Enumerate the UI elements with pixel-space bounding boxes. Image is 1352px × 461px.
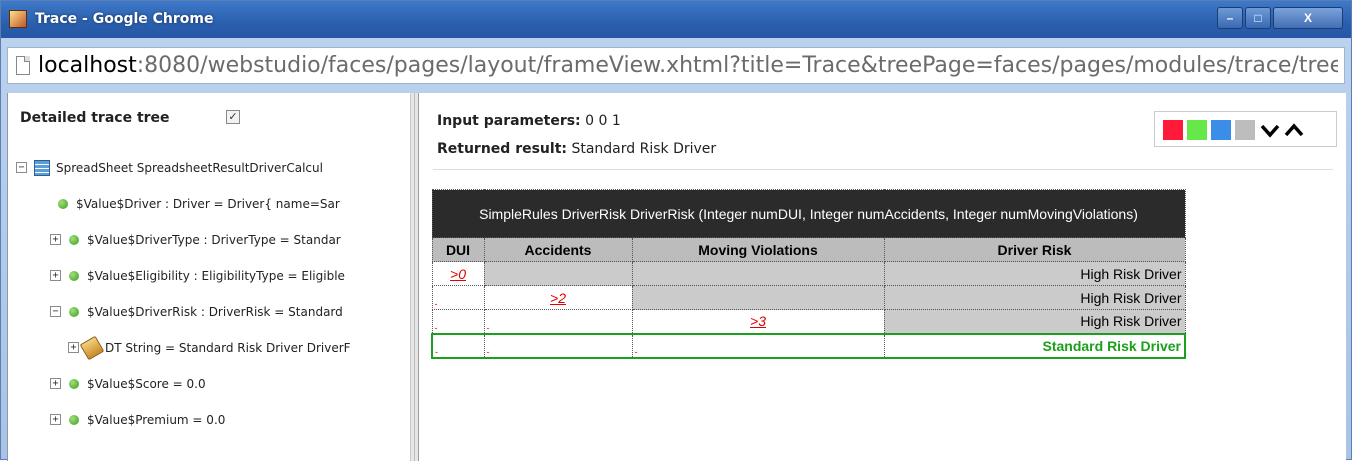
returned-result-value: Standard Risk Driver	[571, 141, 717, 157]
tree-node-label: $Value$Score = 0.0	[87, 377, 206, 391]
input-parameters: Input parameters: 0 0 1	[437, 113, 621, 129]
empty-cell: -	[483, 332, 633, 359]
table-row: - >2 High Risk Driver	[431, 285, 1186, 310]
page-icon	[16, 56, 30, 75]
column-header-accidents: Accidents	[483, 237, 633, 262]
detailed-trace-checkbox[interactable]: ✓	[226, 110, 240, 124]
empty-cell: -	[431, 332, 485, 359]
red-swatch[interactable]	[1163, 120, 1183, 140]
condition-cell[interactable]: >0	[431, 261, 485, 286]
collapse-icon[interactable]: −	[50, 306, 61, 317]
url-path: :8080/webstudio/faces/pages/layout/frame…	[136, 53, 1338, 78]
green-dot-icon	[58, 199, 68, 209]
green-dot-icon	[69, 271, 79, 281]
green-dot-icon	[69, 415, 79, 425]
expand-icon[interactable]: +	[68, 342, 79, 353]
returned-result: Returned result: Standard Risk Driver	[437, 141, 716, 157]
green-dot-icon	[69, 307, 79, 317]
tree-header: Detailed trace tree	[20, 110, 170, 126]
table-cell	[631, 261, 885, 286]
expand-icon[interactable]: +	[50, 270, 61, 281]
result-cell: High Risk Driver	[883, 285, 1186, 310]
grey-swatch[interactable]	[1235, 120, 1255, 140]
blue-swatch[interactable]	[1211, 120, 1231, 140]
url-text[interactable]: localhost:8080/webstudio/faces/pages/lay…	[38, 53, 1338, 78]
input-parameters-label: Input parameters:	[437, 113, 581, 129]
matched-table-row: - - - Standard Risk Driver	[431, 332, 1186, 359]
condition-cell[interactable]: >2	[483, 285, 633, 310]
condition-cell[interactable]: >3	[631, 309, 885, 334]
tree-node-label: SpreadSheet SpreadsheetResultDriverCalcu…	[56, 161, 323, 175]
tree-node-label: $Value$Driver : Driver = Driver{ name=Sa…	[76, 197, 340, 211]
result-cell: High Risk Driver	[883, 261, 1186, 286]
window-title: Trace - Google Chrome	[35, 11, 214, 27]
maximize-button[interactable]: □	[1245, 7, 1271, 29]
returned-result-label: Returned result:	[437, 141, 567, 157]
minimize-button[interactable]: –	[1217, 7, 1243, 29]
collapse-icon[interactable]: −	[16, 162, 27, 173]
empty-cell: -	[431, 285, 485, 310]
expand-icon[interactable]: +	[50, 378, 61, 389]
tree-node-label: $Value$DriverRisk : DriverRisk = Standar…	[87, 305, 343, 319]
table-cell	[631, 285, 885, 310]
tree-node-label: $Value$Premium = 0.0	[87, 413, 226, 427]
matched-result-cell: Standard Risk Driver	[883, 332, 1186, 359]
tree-node-label: DT String = Standard Risk Driver DriverF	[105, 341, 351, 355]
result-cell: High Risk Driver	[883, 309, 1186, 334]
decision-table: SimpleRules DriverRisk DriverRisk (Integ…	[431, 189, 1186, 359]
chevron-up-icon[interactable]	[1283, 119, 1305, 141]
tree-node-label: $Value$Eligibility : EligibilityType = E…	[87, 269, 345, 283]
spreadsheet-icon	[34, 160, 50, 176]
table-row: - - >3 High Risk Driver	[431, 309, 1186, 334]
page-content: Detailed trace tree ✓ − SpreadSheet Spre…	[7, 93, 1346, 461]
chevron-down-icon[interactable]	[1259, 119, 1281, 141]
tree-node-label: $Value$DriverType : DriverType = Standar	[87, 233, 341, 247]
expand-icon[interactable]: +	[50, 414, 61, 425]
trace-details-pane: Input parameters: 0 0 1 Returned result:…	[419, 93, 1346, 461]
green-swatch[interactable]	[1187, 120, 1207, 140]
pane-splitter[interactable]	[410, 93, 419, 461]
decision-table-icon	[79, 335, 105, 361]
column-header-driver-risk: Driver Risk	[883, 237, 1186, 262]
table-row: >0 High Risk Driver	[431, 261, 1186, 286]
expand-icon[interactable]: +	[50, 234, 61, 245]
close-button[interactable]: X	[1273, 7, 1343, 29]
title-bar: Trace - Google Chrome – □ X	[1, 1, 1351, 38]
input-parameters-value: 0 0 1	[585, 113, 621, 129]
empty-cell: -	[431, 309, 485, 334]
decision-table-title: SimpleRules DriverRisk DriverRisk (Integ…	[431, 189, 1186, 238]
column-header-dui: DUI	[431, 237, 485, 262]
app-icon	[9, 10, 27, 28]
url-host: localhost	[38, 53, 137, 78]
column-header-moving-violations: Moving Violations	[631, 237, 885, 262]
divider	[433, 169, 1333, 170]
address-bar[interactable]: localhost:8080/webstudio/faces/pages/lay…	[7, 47, 1345, 84]
empty-cell: -	[483, 309, 633, 334]
trace-tree-pane: Detailed trace tree ✓ − SpreadSheet Spre…	[8, 93, 410, 461]
browser-window: Trace - Google Chrome – □ X localhost:80…	[0, 0, 1352, 461]
empty-cell: -	[631, 332, 885, 359]
green-dot-icon	[69, 235, 79, 245]
color-legend	[1154, 111, 1337, 147]
table-cell	[483, 261, 633, 286]
green-dot-icon	[69, 379, 79, 389]
